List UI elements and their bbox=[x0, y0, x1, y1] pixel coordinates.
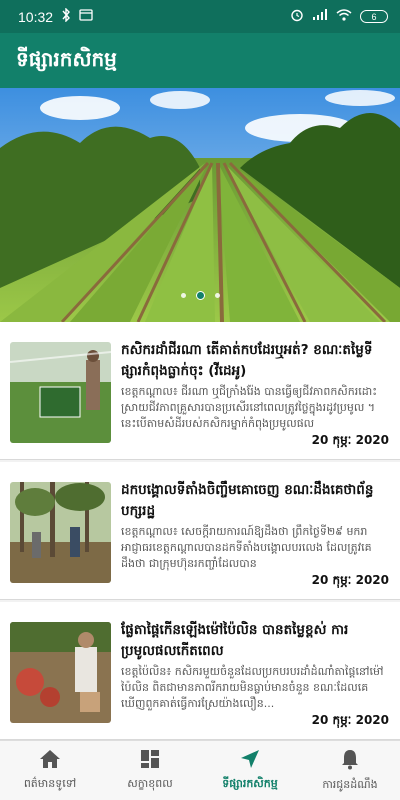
article-title: ដកបង្គោលទីតាំងចិញ្ចឹមគោចេញ ខណៈដឹងគេថាព័ន… bbox=[121, 482, 374, 519]
navigation-arrow-icon bbox=[240, 749, 260, 773]
article-thumbnail bbox=[10, 482, 111, 583]
nav-item-dashboard[interactable]: សក្ខាខុពល bbox=[100, 741, 200, 800]
screen-cast-icon bbox=[79, 8, 93, 25]
nav-item-market[interactable]: ទីផ្សារកសិកម្ម bbox=[200, 741, 300, 800]
article-thumbnail bbox=[10, 622, 111, 723]
banner-carousel[interactable] bbox=[0, 88, 400, 322]
battery-icon: 6 bbox=[360, 10, 388, 23]
app-bar: ទីផ្សារកសិកម្ម bbox=[0, 33, 400, 88]
carousel-dot-active[interactable] bbox=[195, 291, 205, 300]
article-card[interactable]: ផ្លែតាផ្ដៃកើនឡើងម៉ៅប៉ៃលិន បានតម្លៃខ្ពស់ … bbox=[0, 602, 400, 740]
nav-item-news[interactable]: ពត៌មានទូទៅ bbox=[0, 741, 100, 800]
article-title: កសិករដាំជីរណា តើគាត់កបដែរឬអត់? ខណៈតម្លៃទ… bbox=[121, 342, 373, 379]
article-excerpt: ខេត្តប៉ៃលិន៖ កសិករមួយចំនួនដែលប្រកបរបរដាំ… bbox=[121, 665, 384, 710]
wifi-icon bbox=[336, 8, 352, 25]
article-date: 20 កុម្ភៈ 2020 bbox=[311, 573, 389, 587]
status-time: 10:32 bbox=[18, 8, 54, 25]
article-date: 20 កុម្ភៈ 2020 bbox=[311, 433, 389, 447]
article-thumbnail bbox=[10, 342, 111, 443]
bottom-navigation: ពត៌មានទូទៅ សក្ខាខុពល ទីផ្សារកសិកម្ម ការជ… bbox=[0, 740, 400, 800]
home-icon bbox=[39, 749, 61, 773]
bluetooth-icon bbox=[61, 6, 71, 26]
article-list[interactable]: កសិករដាំជីរណា តើគាត់កបដែរឬអត់? ខណៈតម្លៃទ… bbox=[0, 322, 400, 740]
nav-item-notifications[interactable]: ការជូនដំណឹង bbox=[300, 741, 400, 800]
article-card[interactable]: កសិករដាំជីរណា តើគាត់កបដែរឬអត់? ខណៈតម្លៃទ… bbox=[0, 322, 400, 460]
article-excerpt: ខេត្តកណ្ដាល៖ សេចក្ដីរាយការណ៍ឱ្យដឹងថា ព្រ… bbox=[121, 525, 372, 570]
carousel-indicator[interactable] bbox=[0, 291, 400, 300]
nav-label: ពត៌មានទូទៅ bbox=[23, 776, 77, 790]
dashboard-icon bbox=[140, 749, 160, 773]
article-card[interactable]: ដកបង្គោលទីតាំងចិញ្ចឹមគោចេញ ខណៈដឹងគេថាព័ន… bbox=[0, 462, 400, 600]
carousel-dot[interactable] bbox=[214, 293, 220, 298]
signal-icon bbox=[312, 8, 328, 25]
nav-label: ការជូនដំណឹង bbox=[322, 777, 378, 791]
banner-image bbox=[0, 88, 400, 322]
article-date: 20 កុម្ភៈ 2020 bbox=[311, 713, 389, 727]
nav-label: សក្ខាខុពល bbox=[127, 776, 173, 790]
status-bar: 10:32 6 bbox=[0, 0, 400, 33]
nav-label: ទីផ្សារកសិកម្ម bbox=[222, 776, 278, 790]
article-excerpt: ខេត្តកណ្ដាល៖ ជីរណា ឬជីក្រាំងរ៉ែង បានធ្វើ… bbox=[121, 385, 378, 430]
article-title: ផ្លែតាផ្ដៃកើនឡើងម៉ៅប៉ៃលិន បានតម្លៃខ្ពស់ … bbox=[121, 622, 349, 659]
page-title: ទីផ្សារកសិកម្ម bbox=[16, 46, 117, 71]
bell-icon bbox=[340, 748, 360, 774]
carousel-dot[interactable] bbox=[180, 293, 186, 298]
alarm-icon bbox=[290, 8, 304, 26]
